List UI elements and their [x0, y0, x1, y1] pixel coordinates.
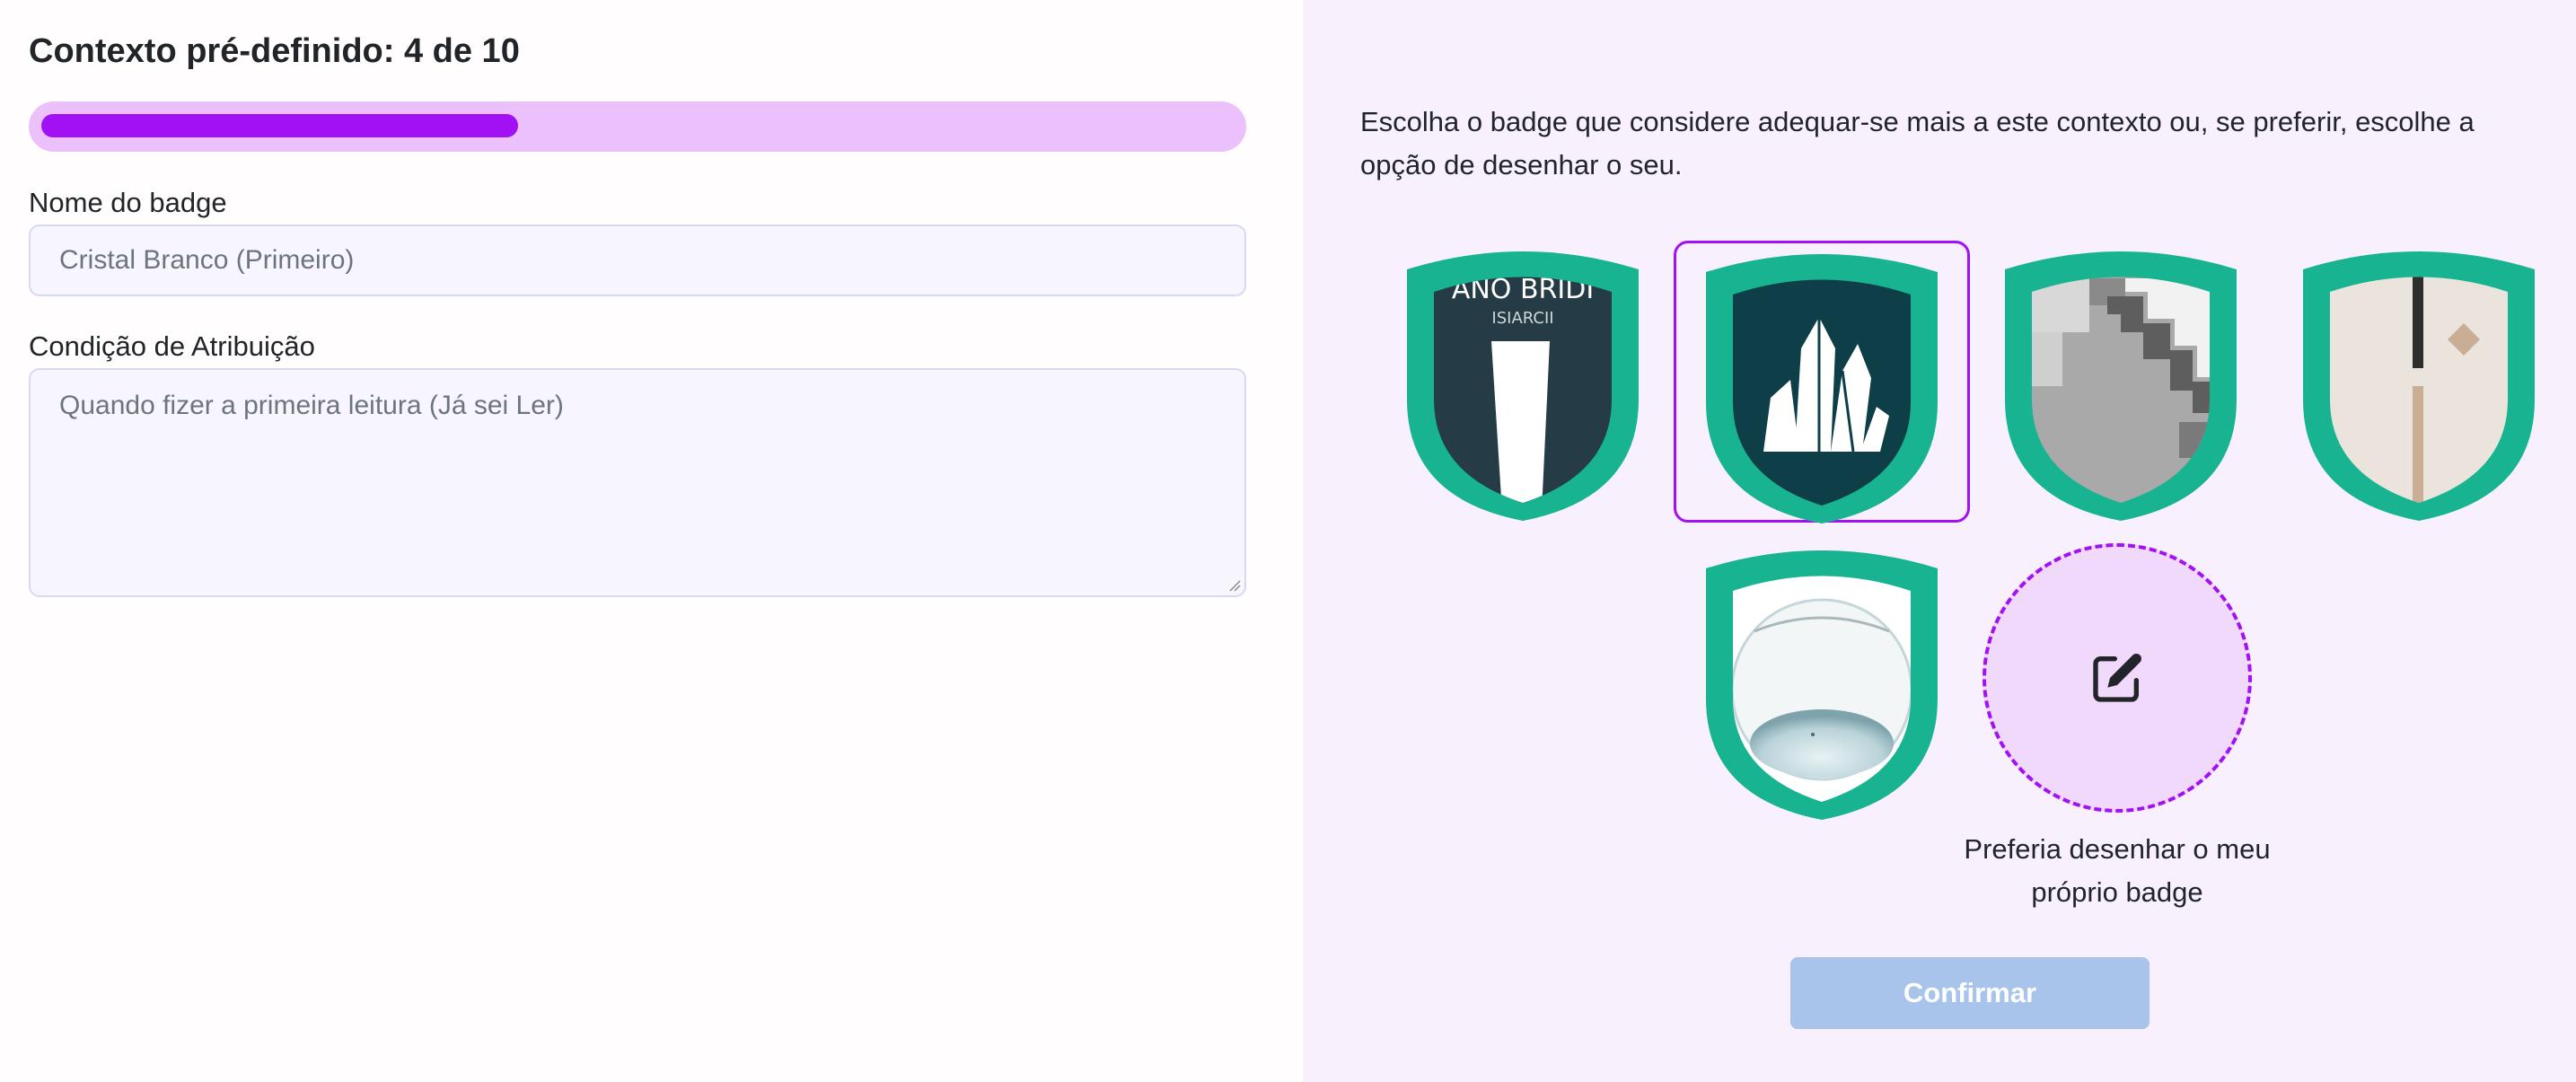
progress-bar — [29, 101, 1246, 152]
condition-text: Quando fizer a primeira leitura (Já sei … — [59, 391, 564, 420]
edit-pencil-icon — [2093, 654, 2141, 702]
badge-name-label: Nome do badge — [29, 187, 227, 218]
condition-textarea[interactable]: Quando fizer a primeira leitura (Já sei … — [29, 368, 1246, 597]
chooser-intro: Escolha o badge que considere adequar-se… — [1360, 106, 2475, 180]
white-column-icon: ANO BRIDI ISIARCII — [1407, 251, 1639, 521]
badge-option-4[interactable] — [2298, 242, 2540, 521]
badge-option-2[interactable] — [1674, 241, 1970, 523]
glass-bowl-icon — [1706, 550, 1938, 820]
badge-option-5[interactable] — [1701, 541, 1943, 820]
badge-option-3[interactable] — [2000, 242, 2242, 521]
badge-1-text-sub: ISIARCII — [1491, 309, 1553, 328]
white-crystal-icon — [1706, 254, 1938, 523]
resize-handle-icon[interactable] — [1226, 577, 1241, 592]
badge-chooser-panel: Escolha o badge que considere adequar-se… — [1303, 0, 2576, 1082]
badge-option-1[interactable]: ANO BRIDI ISIARCII — [1402, 242, 1644, 521]
draw-own-badge-label: Preferia desenhar o meu próprio badge — [1964, 833, 2271, 908]
confirm-button[interactable]: Confirmar — [1790, 957, 2150, 1029]
draw-own-badge-button[interactable] — [1983, 543, 2252, 813]
page-title: Contexto pré-definido: 4 de 10 — [29, 32, 520, 70]
condition-label: Condição de Atribuição — [29, 330, 315, 362]
beige-abstract-icon — [2303, 251, 2535, 521]
badge-name-input[interactable]: Cristal Branco (Primeiro) — [29, 224, 1246, 296]
progress-bar-fill — [41, 114, 518, 137]
pixel-stairs-icon — [2005, 251, 2237, 521]
form-panel: Contexto pré-definido: 4 de 10 Nome do b… — [0, 0, 1303, 1082]
